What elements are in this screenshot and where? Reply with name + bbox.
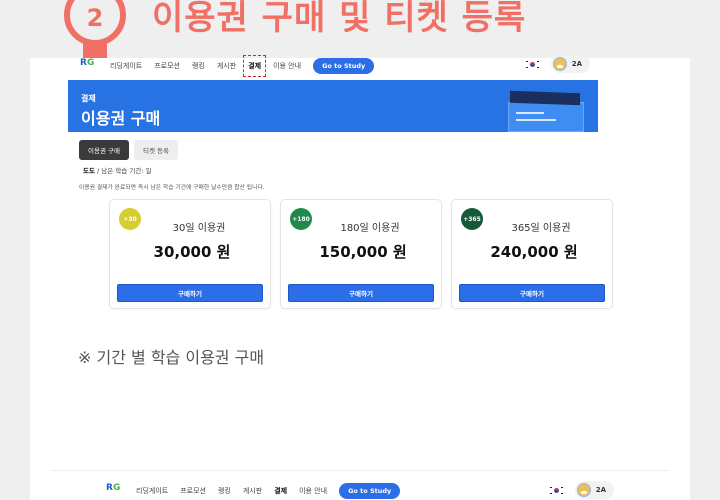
step-number-badge: 2	[64, 0, 126, 46]
avatar	[552, 57, 567, 71]
buy-button-30[interactable]: 구매하기	[117, 284, 263, 302]
nav-item-payment[interactable]: 결제	[274, 486, 287, 496]
top-nav: RG 리딩게이트 프로모션 랭킹 게시판 결제 이용 안내 Go to Stud…	[80, 55, 590, 77]
remaining-text: / 남은 학습 기간: 일	[97, 167, 152, 175]
purchase-notice: 이용권 결제가 완료되면 즉시 남은 학습 기간에 구매한 날수만큼 합산 됩니…	[79, 185, 265, 191]
plan-card-180: +180 180일 이용권 150,000 원 구매하기	[280, 199, 442, 309]
banner-kicker: 결제	[81, 94, 96, 103]
nav-item-promotion[interactable]: 프로모션	[180, 486, 206, 496]
plan-name: 365일 이용권	[511, 223, 571, 234]
page-heading: 이용권 구매 및 티켓 등록	[152, 0, 527, 38]
nav-item-board[interactable]: 게시판	[217, 61, 236, 71]
laptop-illustration-icon	[506, 90, 584, 132]
nav-right: 2A	[525, 55, 590, 73]
plan-price: 30,000 원	[153, 243, 231, 261]
page-banner: 결제 이용권 구매	[68, 80, 598, 132]
korean-flag-icon[interactable]	[549, 485, 563, 495]
remaining-user: 도도	[83, 167, 95, 175]
avatar	[576, 483, 591, 497]
nav-item-reading-gate[interactable]: 리딩게이트	[110, 61, 142, 71]
step-number: 2	[86, 4, 104, 32]
tab-register-ticket[interactable]: 티켓 등록	[133, 140, 178, 160]
nav-item-guide[interactable]: 이용 안내	[299, 486, 327, 496]
korean-flag-icon[interactable]	[525, 59, 539, 69]
plan-price: 240,000 원	[490, 243, 578, 261]
purchase-tabs: 이용권 구매 티켓 등록	[79, 140, 183, 160]
nav-item-payment[interactable]: 결제	[243, 55, 267, 77]
banner-title: 이용권 구매	[81, 109, 161, 128]
plan-name: 180일 이용권	[340, 223, 400, 234]
user-menu[interactable]: 2A	[550, 55, 590, 73]
nav-item-ranking[interactable]: 랭킹	[192, 61, 205, 71]
nav-item-promotion[interactable]: 프로모션	[154, 61, 180, 71]
tab-purchase-pass[interactable]: 이용권 구매	[79, 140, 129, 160]
user-name: 2A	[571, 60, 582, 68]
nav-item-board[interactable]: 게시판	[243, 486, 262, 496]
nav-right-secondary: 2A	[549, 481, 614, 499]
site-logo[interactable]: RG	[80, 58, 98, 73]
user-name: 2A	[595, 486, 606, 494]
go-to-study-button[interactable]: Go to Study	[339, 483, 401, 499]
nav-item-reading-gate[interactable]: 리딩게이트	[136, 486, 168, 496]
plan-card-30: +30 30일 이용권 30,000 원 구매하기	[109, 199, 271, 309]
top-nav-secondary: RG 리딩게이트 프로모션 랭킹 게시판 결제 이용 안내 Go to Stud…	[106, 481, 614, 500]
plan-name: 30일 이용권	[172, 223, 226, 234]
plan-price: 150,000 원	[319, 243, 407, 261]
buy-button-365[interactable]: 구매하기	[459, 284, 605, 302]
plan-card-365: +365 365일 이용권 240,000 원 구매하기	[451, 199, 613, 309]
remaining-period: 도도 / 남은 학습 기간: 일	[83, 165, 152, 175]
site-logo-secondary[interactable]: RG	[106, 483, 124, 498]
second-screenshot-panel: RG 리딩게이트 프로모션 랭킹 게시판 결제 이용 안내 Go to Stud…	[50, 470, 670, 500]
user-menu[interactable]: 2A	[574, 481, 614, 499]
buy-button-180[interactable]: 구매하기	[288, 284, 434, 302]
section-caption: ※ 기간 별 학습 이용권 구매	[78, 348, 265, 367]
nav-item-ranking[interactable]: 랭킹	[218, 486, 231, 496]
go-to-study-button[interactable]: Go to Study	[313, 58, 375, 74]
nav-item-guide[interactable]: 이용 안내	[273, 61, 301, 71]
